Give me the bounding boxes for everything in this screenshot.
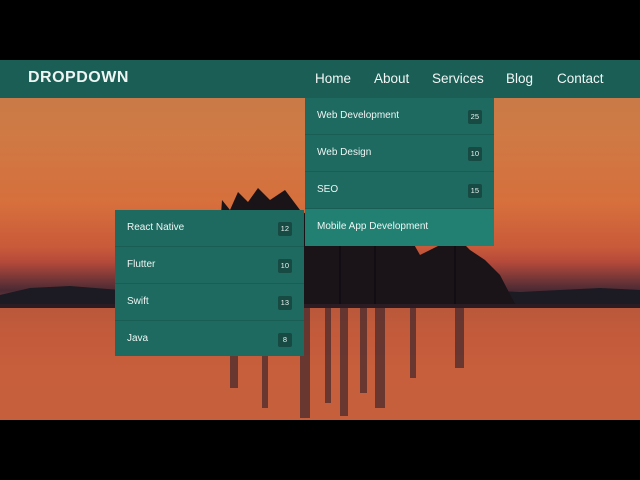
services-dropdown: Web Development 25 Web Design 10 SEO 15 …	[305, 98, 494, 246]
browser-viewport: DROPDOWN Home About Services Blog Contac…	[0, 0, 640, 480]
brand-logo[interactable]: DROPDOWN	[28, 69, 129, 87]
count-badge: 8	[278, 333, 292, 347]
dropdown-item-label: SEO	[317, 184, 339, 195]
nav-about[interactable]: About	[374, 71, 409, 86]
count-badge: 15	[467, 184, 482, 198]
dropdown-item-web-development[interactable]: Web Development 25	[305, 98, 494, 135]
dropdown-item-mobile-app-development[interactable]: Mobile App Development	[305, 209, 494, 246]
nav-services[interactable]: Services	[432, 71, 484, 86]
submenu-item-react-native[interactable]: React Native 12	[115, 210, 304, 247]
submenu-item-label: Java	[127, 333, 149, 344]
submenu-item-swift[interactable]: Swift 13	[115, 284, 304, 321]
dropdown-item-label: Web Design	[317, 147, 372, 158]
dropdown-item-label: Web Development	[317, 110, 400, 121]
count-badge: 10	[277, 259, 292, 273]
count-badge: 25	[467, 110, 482, 124]
mobile-app-submenu: React Native 12 Flutter 10 Swift 13 Java…	[115, 210, 304, 356]
nav-home[interactable]: Home	[315, 71, 351, 86]
submenu-item-label: React Native	[127, 222, 185, 233]
nav-blog[interactable]: Blog	[506, 71, 533, 86]
submenu-item-label: Swift	[127, 296, 149, 307]
count-badge: 10	[467, 147, 482, 161]
submenu-item-label: Flutter	[127, 259, 156, 270]
count-badge: 13	[277, 296, 292, 310]
dropdown-item-seo[interactable]: SEO 15	[305, 172, 494, 209]
count-badge: 12	[277, 222, 292, 236]
dropdown-item-web-design[interactable]: Web Design 10	[305, 135, 494, 172]
nav-contact[interactable]: Contact	[557, 71, 604, 86]
submenu-item-flutter[interactable]: Flutter 10	[115, 247, 304, 284]
submenu-item-java[interactable]: Java 8	[115, 321, 304, 358]
top-navbar: DROPDOWN Home About Services Blog Contac…	[0, 60, 640, 98]
dropdown-item-label: Mobile App Development	[317, 221, 429, 232]
